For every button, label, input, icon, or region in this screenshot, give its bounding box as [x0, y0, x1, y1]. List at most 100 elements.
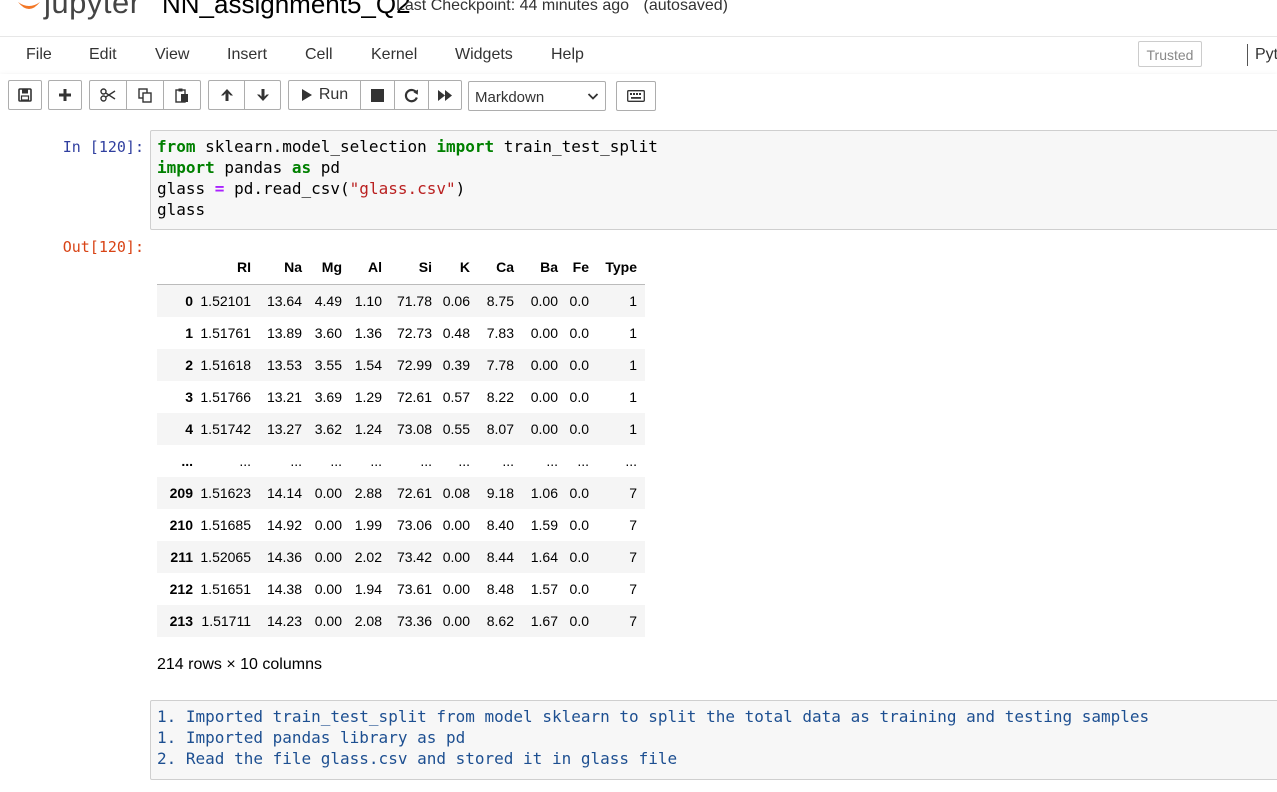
- arrow-up-icon: [220, 89, 233, 101]
- menu-help[interactable]: Help: [551, 46, 584, 64]
- interrupt-button[interactable]: [361, 81, 395, 109]
- menu-cell[interactable]: Cell: [305, 46, 333, 64]
- restart-button[interactable]: [395, 81, 429, 109]
- column-header: Type: [593, 250, 645, 285]
- row-index: 212: [169, 581, 193, 597]
- run-button[interactable]: Run: [289, 81, 361, 109]
- table-cell: 0.00: [314, 517, 342, 533]
- table-cell: 13.53: [266, 357, 302, 373]
- table-cell: 13.27: [266, 421, 302, 437]
- table-cell: 1.10: [354, 293, 382, 309]
- table-cell: 1.52065: [200, 549, 251, 565]
- table-cell: 1: [629, 357, 637, 373]
- table-cell: 1.99: [354, 517, 382, 533]
- move-down-button[interactable]: [245, 81, 280, 109]
- restart-run-all-button[interactable]: [429, 81, 461, 109]
- table-cell: 7: [629, 485, 637, 501]
- trusted-indicator[interactable]: Trusted: [1138, 41, 1202, 67]
- table-cell: 7: [629, 517, 637, 533]
- toolbar-group-insert: [48, 80, 82, 110]
- table-cell: 13.64: [266, 293, 302, 309]
- markdown-line-3: 2. Read the file glass.csv and stored it…: [157, 749, 678, 768]
- dataframe-table: RI Na Mg Al Si K Ca Ba Fe Type 0 1.52101 13.64 4.49 1…: [157, 250, 645, 637]
- command-palette-button[interactable]: [616, 81, 656, 111]
- table-cell: 1.57: [530, 581, 558, 597]
- kernel-name[interactable]: Pyt: [1255, 46, 1277, 64]
- row-index: 3: [185, 389, 193, 405]
- paste-button[interactable]: [164, 81, 200, 109]
- table-cell: 0.00: [530, 357, 558, 373]
- run-label: Run: [318, 86, 349, 103]
- notebook-container: In [120]: from sklearn.model_selection i…: [0, 118, 1277, 792]
- table-cell: 1.51651: [200, 581, 251, 597]
- menu-edit[interactable]: Edit: [89, 46, 117, 64]
- table-cell: 0.0: [569, 357, 589, 373]
- jupyter-logo-icon: [18, 2, 40, 9]
- input-prompt: In [120]:: [62, 138, 144, 156]
- table-cell: 3.69: [314, 389, 342, 405]
- menu-kernel[interactable]: Kernel: [371, 46, 417, 64]
- table-cell: 0.06: [442, 293, 470, 309]
- table-cell: 0.00: [530, 389, 558, 405]
- insert-cell-button[interactable]: [49, 81, 81, 109]
- index-header: [157, 250, 197, 285]
- menu-insert[interactable]: Insert: [227, 46, 267, 64]
- table-cell: 14.92: [266, 517, 302, 533]
- table-cell: 13.89: [266, 325, 302, 341]
- table-cell: ...: [577, 453, 589, 469]
- table-cell: 1.51685: [200, 517, 251, 533]
- code-keyword: import: [436, 137, 495, 156]
- table-row: 211 1.52065 14.36 0.00 2.02 73.42 0.00 8.44 1.64…: [157, 541, 645, 573]
- restart-icon: [404, 88, 418, 102]
- cut-button[interactable]: [90, 81, 127, 109]
- table-cell: 72.99: [396, 357, 432, 373]
- table-cell: 0.00: [442, 613, 470, 629]
- table-cell: 1.52101: [200, 293, 251, 309]
- column-header: Si: [386, 250, 436, 285]
- save-button[interactable]: [9, 81, 41, 109]
- table-cell: 1.64: [530, 549, 558, 565]
- table-cell: 73.61: [396, 581, 432, 597]
- table-row: 3 1.51766 13.21 3.69 1.29 72.61 0.57 8.22 0.00 0.…: [157, 381, 645, 413]
- markdown-cell-editor[interactable]: 1. Imported train_test_split from model …: [150, 700, 1277, 780]
- table-cell: 0.39: [442, 357, 470, 373]
- column-header: Al: [346, 250, 386, 285]
- copy-icon: [138, 87, 152, 103]
- table-cell: 1.51711: [201, 613, 251, 629]
- cell-type-select[interactable]: Markdown: [468, 81, 606, 111]
- table-cell: 8.22: [486, 389, 514, 405]
- code-text: train_test_split: [494, 137, 658, 156]
- copy-button[interactable]: [127, 81, 164, 109]
- code-text: pandas: [214, 158, 292, 177]
- menu-view[interactable]: View: [155, 46, 189, 64]
- table-cell: ...: [546, 453, 558, 469]
- save-icon: [18, 88, 32, 102]
- table-row: 209 1.51623 14.14 0.00 2.88 72.61 0.08 9.18 1.06…: [157, 477, 645, 509]
- keyboard-icon: [627, 90, 645, 102]
- table-cell: 7: [629, 581, 637, 597]
- table-cell: 1.51766: [200, 389, 251, 405]
- table-cell: 0.00: [314, 613, 342, 629]
- code-keyword: as: [291, 158, 312, 177]
- notebook-name[interactable]: NN_assignment5_Q2: [162, 0, 411, 20]
- row-index: ...: [181, 453, 193, 469]
- table-cell: 73.06: [396, 517, 432, 533]
- row-index: 4: [185, 421, 193, 437]
- move-up-button[interactable]: [209, 81, 245, 109]
- table-cell: 0.0: [569, 517, 589, 533]
- table-cell: 0.00: [530, 421, 558, 437]
- table-cell: 1.59: [530, 517, 558, 533]
- toolbar-group-run: Run: [288, 80, 462, 110]
- column-header: Ba: [518, 250, 562, 285]
- toolbar-group-edit: [89, 80, 201, 110]
- table-cell: 1.06: [530, 485, 558, 501]
- table-cell: 3.60: [314, 325, 342, 341]
- code-cell-editor[interactable]: from sklearn.model_selection import trai…: [150, 130, 1277, 230]
- menu-widgets[interactable]: Widgets: [455, 46, 513, 64]
- table-cell: 0.00: [530, 293, 558, 309]
- table-cell: ...: [625, 453, 637, 469]
- table-cell: 72.61: [396, 485, 432, 501]
- table-cell: ...: [370, 453, 382, 469]
- table-row: 212 1.51651 14.38 0.00 1.94 73.61 0.00 8.48 1.57…: [157, 573, 645, 605]
- menu-file[interactable]: File: [26, 46, 52, 64]
